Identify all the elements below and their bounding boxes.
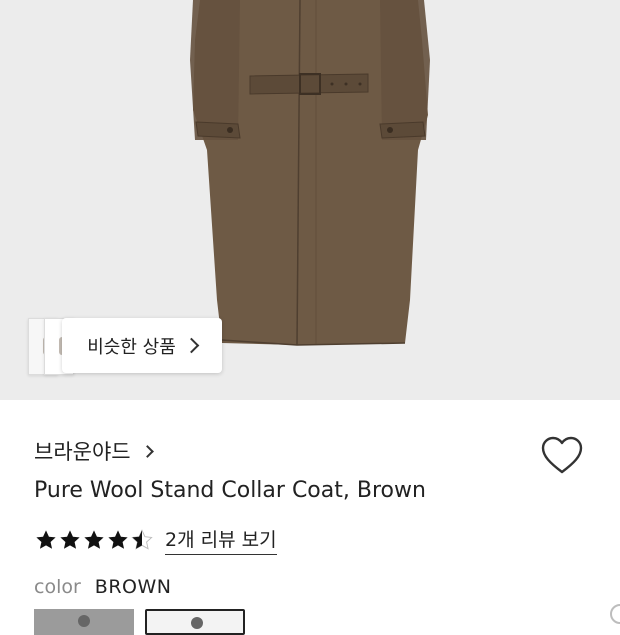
review-link[interactable]: 2개 리뷰 보기 [165,525,277,555]
similar-products-label: 비슷한 상품 [87,336,176,358]
brand-name: 브라운야드 [34,440,131,464]
half-star-icon [131,529,153,550]
scroll-indicator-icon [610,604,620,624]
chevron-right-icon [183,337,200,354]
similar-products-button[interactable]: 비슷한 상품 [62,318,222,373]
product-title: Pure Wool Stand Collar Coat, Brown [34,478,426,503]
star-icon [84,530,104,549]
color-row: color BROWN [34,576,172,598]
heart-icon [541,436,583,474]
color-option[interactable] [34,609,134,635]
color-label: color [34,576,81,598]
color-option-selected[interactable] [145,609,245,635]
star-icon [36,530,56,549]
color-value: BROWN [94,576,172,598]
rating-row: 2개 리뷰 보기 [35,525,277,555]
chevron-right-icon [140,445,154,458]
star-icon [60,530,80,549]
brand-link[interactable]: 브라운야드 [34,436,154,466]
wishlist-button[interactable] [540,436,584,476]
star-icon [108,530,128,549]
star-rating [35,529,153,551]
